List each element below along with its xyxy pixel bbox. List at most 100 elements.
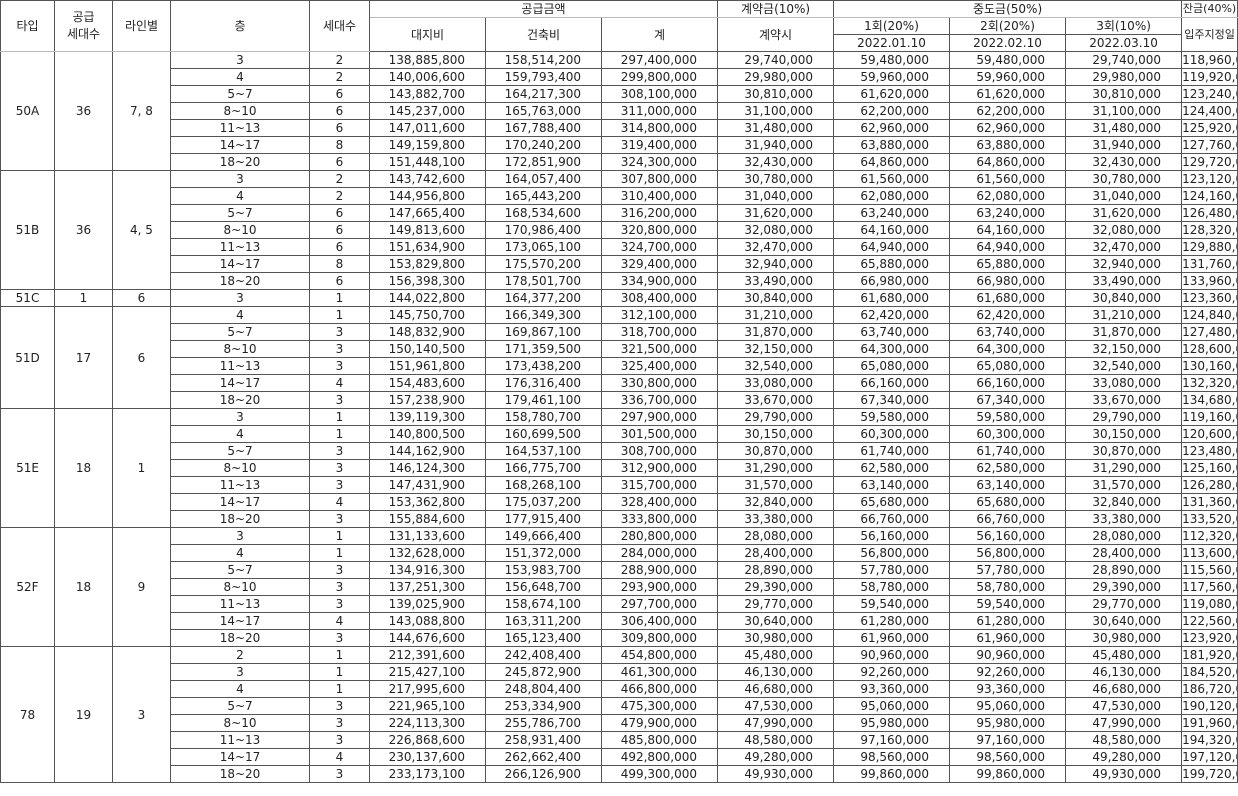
building-cell: 173,438,200 bbox=[485, 357, 602, 375]
floor-cell: 11~13 bbox=[170, 731, 310, 749]
land-cell: 157,238,900 bbox=[369, 391, 486, 409]
table-row: 4 1 132,628,000 151,372,000 284,000,000 28,40… bbox=[1, 544, 1238, 562]
header-interim-1-date: 2022.01.10 bbox=[833, 34, 951, 52]
building-cell: 258,931,400 bbox=[485, 731, 602, 749]
total-cell: 320,800,000 bbox=[600, 221, 719, 239]
deposit-cell: 46,130,000 bbox=[717, 663, 835, 681]
total-cell: 479,900,000 bbox=[600, 714, 719, 732]
total-cell: 308,700,000 bbox=[600, 442, 719, 460]
header-supply-units-line1: 공급 bbox=[72, 10, 95, 24]
interim-1-cell: 57,780,000 bbox=[833, 561, 951, 579]
total-cell: 299,800,000 bbox=[600, 68, 719, 86]
lines-cell: 4, 5 bbox=[112, 170, 171, 290]
total-cell: 310,400,000 bbox=[600, 187, 719, 205]
units-cell: 3 bbox=[309, 629, 370, 647]
units-cell: 4 bbox=[309, 612, 370, 630]
interim-3-cell: 31,620,000 bbox=[1065, 204, 1183, 222]
units-cell: 3 bbox=[309, 459, 370, 477]
interim-3-cell: 31,940,000 bbox=[1065, 136, 1183, 154]
building-cell: 170,240,200 bbox=[485, 136, 602, 154]
land-cell: 226,868,600 bbox=[369, 731, 486, 749]
land-cell: 139,119,300 bbox=[369, 408, 486, 426]
balance-cell: 120,600,000 bbox=[1181, 425, 1238, 443]
interim-3-cell: 29,770,000 bbox=[1065, 595, 1183, 613]
table-row: 5~7 3 134,916,300 153,983,700 288,900,000 28,… bbox=[1, 561, 1238, 579]
deposit-cell: 48,580,000 bbox=[717, 731, 835, 749]
land-cell: 139,025,900 bbox=[369, 595, 486, 613]
balance-cell: 184,520,000 bbox=[1181, 663, 1238, 681]
interim-3-cell: 30,840,000 bbox=[1065, 289, 1183, 307]
floor-cell: 5~7 bbox=[170, 85, 310, 103]
building-cell: 153,983,700 bbox=[485, 561, 602, 579]
interim-2-cell: 93,360,000 bbox=[949, 680, 1067, 698]
units-cell: 6 bbox=[309, 119, 370, 137]
units-cell: 3 bbox=[309, 578, 370, 596]
units-cell: 3 bbox=[309, 595, 370, 613]
interim-1-cell: 63,140,000 bbox=[833, 476, 951, 494]
interim-3-cell: 30,870,000 bbox=[1065, 442, 1183, 460]
balance-cell: 127,760,000 bbox=[1181, 136, 1238, 154]
building-cell: 175,570,200 bbox=[485, 255, 602, 273]
floor-cell: 11~13 bbox=[170, 595, 310, 613]
interim-3-cell: 29,740,000 bbox=[1065, 51, 1183, 69]
interim-1-cell: 97,160,000 bbox=[833, 731, 951, 749]
floor-cell: 8~10 bbox=[170, 578, 310, 596]
interim-2-cell: 59,580,000 bbox=[949, 408, 1067, 426]
building-cell: 164,217,300 bbox=[485, 85, 602, 103]
balance-cell: 123,920,000 bbox=[1181, 629, 1238, 647]
interim-1-cell: 62,580,000 bbox=[833, 459, 951, 477]
floor-cell: 8~10 bbox=[170, 102, 310, 120]
balance-cell: 113,600,000 bbox=[1181, 544, 1238, 562]
building-cell: 168,268,100 bbox=[485, 476, 602, 494]
header-balance: 잔금(40%) bbox=[1181, 0, 1238, 18]
deposit-cell: 32,430,000 bbox=[717, 153, 835, 171]
units-cell: 3 bbox=[309, 561, 370, 579]
floor-cell: 3 bbox=[170, 663, 310, 681]
land-cell: 151,961,800 bbox=[369, 357, 486, 375]
units-cell: 6 bbox=[309, 204, 370, 222]
balance-cell: 199,720,000 bbox=[1181, 765, 1238, 783]
interim-1-cell: 64,940,000 bbox=[833, 238, 951, 256]
interim-2-cell: 61,620,000 bbox=[949, 85, 1067, 103]
units-cell: 3 bbox=[309, 391, 370, 409]
deposit-cell: 33,670,000 bbox=[717, 391, 835, 409]
deposit-cell: 49,930,000 bbox=[717, 765, 835, 783]
interim-2-cell: 95,060,000 bbox=[949, 697, 1067, 715]
balance-cell: 128,320,000 bbox=[1181, 221, 1238, 239]
building-cell: 164,537,100 bbox=[485, 442, 602, 460]
floor-cell: 3 bbox=[170, 527, 310, 545]
table-row: 5~7 3 144,162,900 164,537,100 308,700,000 30,… bbox=[1, 442, 1238, 460]
interim-3-cell: 49,280,000 bbox=[1065, 748, 1183, 766]
table-row: 8~10 3 137,251,300 156,648,700 293,900,000 29… bbox=[1, 578, 1238, 596]
floor-cell: 14~17 bbox=[170, 136, 310, 154]
units-cell: 1 bbox=[309, 306, 370, 324]
land-cell: 153,829,800 bbox=[369, 255, 486, 273]
price-table: 타입 공급 세대수 라인별 층 세대수 공급금액 계약금(10%) 중도금(50… bbox=[0, 0, 1238, 783]
table-row: 11~13 3 139,025,900 158,674,100 297,700,000 2… bbox=[1, 595, 1238, 613]
table-row: 18~20 6 156,398,300 178,501,700 334,900,000 3… bbox=[1, 272, 1238, 290]
building-cell: 178,501,700 bbox=[485, 272, 602, 290]
floor-cell: 3 bbox=[170, 170, 310, 188]
header-interim: 중도금(50%) bbox=[833, 0, 1183, 18]
table-row: 14~17 4 154,483,600 176,316,400 330,800,000 3… bbox=[1, 374, 1238, 392]
floor-cell: 3 bbox=[170, 51, 310, 69]
table-row: 14~17 4 153,362,800 175,037,200 328,400,000 3… bbox=[1, 493, 1238, 511]
land-cell: 144,162,900 bbox=[369, 442, 486, 460]
header-units: 세대수 bbox=[309, 0, 370, 52]
floor-cell: 18~20 bbox=[170, 765, 310, 783]
interim-1-cell: 90,960,000 bbox=[833, 646, 951, 664]
units-cell: 2 bbox=[309, 51, 370, 69]
deposit-cell: 33,080,000 bbox=[717, 374, 835, 392]
table-row: 18~20 3 155,884,600 177,915,400 333,800,000 3… bbox=[1, 510, 1238, 528]
balance-cell: 124,840,000 bbox=[1181, 306, 1238, 324]
table-row: 51C 1 6 3 1 144,022,800 164,377,200 308,400,000… bbox=[0, 289, 1238, 307]
floor-cell: 18~20 bbox=[170, 272, 310, 290]
total-cell: 293,900,000 bbox=[600, 578, 719, 596]
building-cell: 159,793,400 bbox=[485, 68, 602, 86]
interim-2-cell: 67,340,000 bbox=[949, 391, 1067, 409]
total-cell: 288,900,000 bbox=[600, 561, 719, 579]
interim-2-cell: 61,680,000 bbox=[949, 289, 1067, 307]
interim-2-cell: 63,240,000 bbox=[949, 204, 1067, 222]
interim-3-cell: 32,940,000 bbox=[1065, 255, 1183, 273]
supply-units-cell: 19 bbox=[54, 646, 113, 783]
